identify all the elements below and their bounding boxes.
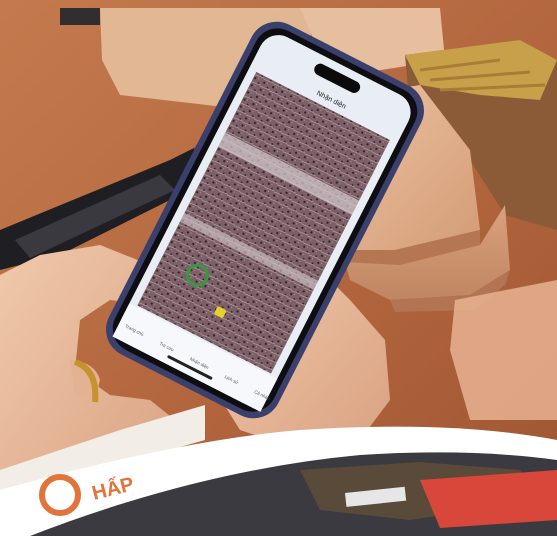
pale-wood-block	[450, 280, 557, 420]
photo-scene	[0, 0, 557, 536]
